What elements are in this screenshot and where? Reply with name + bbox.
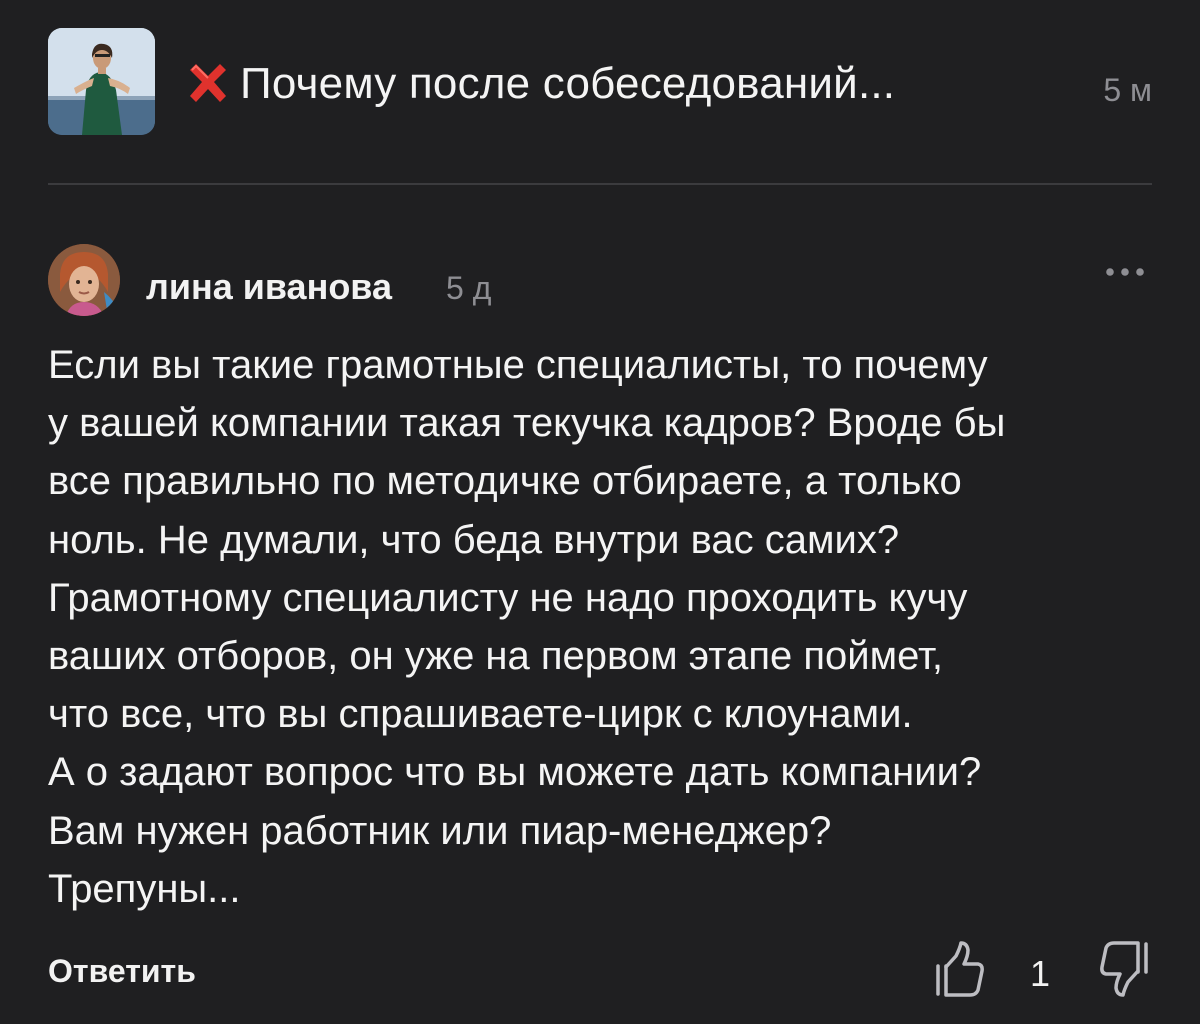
comment-text-line: у вашей компании такая текучка кадров? В… bbox=[48, 401, 1006, 446]
thumbs-up-icon bbox=[934, 940, 984, 998]
thumbs-down-icon bbox=[1096, 938, 1150, 998]
comment-text-line: Грамотному специалисту не надо проходить… bbox=[48, 575, 968, 620]
post-header[interactable]: Почему после собеседований... 5 м bbox=[48, 28, 1152, 136]
comment-text-line: А о задают вопрос что вы можете дать ком… bbox=[48, 750, 982, 795]
comment-text-line: ноль. Не думали, что беда внутри вас сам… bbox=[48, 517, 900, 562]
comment-text-line: Вам нужен работник или пиар-менеджер? bbox=[48, 808, 832, 853]
comment-text-line: Если вы такие грамотные специалисты, то … bbox=[48, 343, 988, 387]
comment-time: 5 д bbox=[446, 270, 492, 306]
comment-text: Если вы такие грамотные специалисты, то … bbox=[48, 336, 1158, 918]
more-options-button[interactable] bbox=[1102, 262, 1148, 282]
like-button[interactable] bbox=[934, 940, 984, 998]
comment-author[interactable]: лина иванова bbox=[146, 266, 392, 308]
post-time: 5 м bbox=[1103, 72, 1152, 108]
comment-text-line: Трепуны... bbox=[48, 866, 241, 911]
ellipsis-icon bbox=[1102, 262, 1148, 282]
post-title-row[interactable]: Почему после собеседований... bbox=[182, 56, 895, 112]
comment-header: лина иванова 5 д bbox=[48, 244, 1152, 320]
like-count: 1 bbox=[1030, 953, 1051, 994]
post-thumbnail[interactable] bbox=[48, 28, 155, 135]
avatar[interactable] bbox=[48, 244, 120, 316]
divider bbox=[48, 183, 1152, 185]
red-cross-icon bbox=[182, 58, 240, 110]
comment-text-line: что все, что вы спрашиваете-цирк с клоун… bbox=[48, 692, 913, 737]
dislike-button[interactable] bbox=[1096, 938, 1150, 998]
comment-text-line: ваших отборов, он уже на первом этапе по… bbox=[48, 634, 944, 679]
reply-button[interactable]: Ответить bbox=[48, 953, 196, 990]
post-title: Почему после собеседований... bbox=[240, 59, 896, 108]
comment-text-line: все правильно по методичке отбираете, а … bbox=[48, 459, 962, 504]
